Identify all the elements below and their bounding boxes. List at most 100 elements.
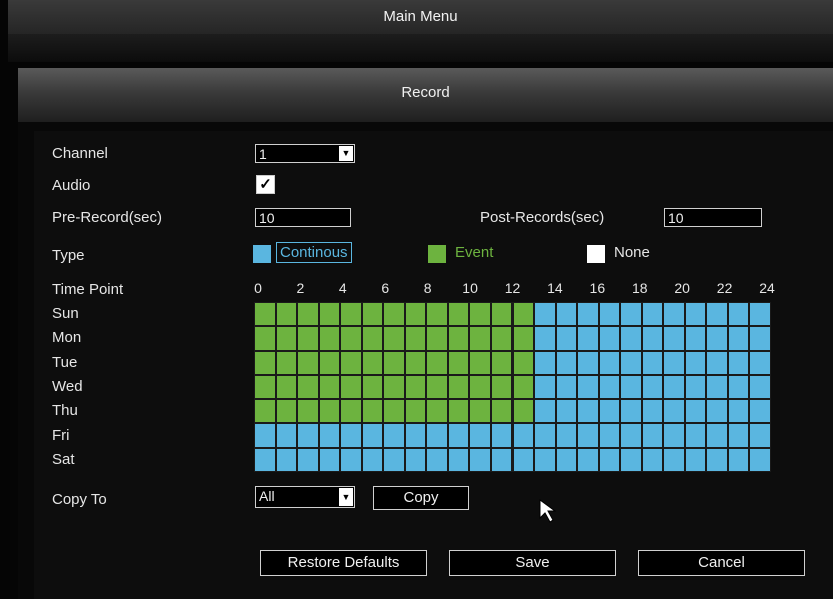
schedule-cell[interactable]	[664, 327, 684, 350]
audio-checkbox[interactable]: ✓	[256, 175, 275, 194]
schedule-cell[interactable]	[405, 400, 426, 423]
event-option[interactable]: Event	[455, 244, 493, 261]
schedule-cell[interactable]	[728, 327, 749, 350]
schedule-cell[interactable]	[621, 375, 641, 399]
schedule-cell[interactable]	[642, 375, 663, 399]
schedule-cell[interactable]	[255, 375, 275, 399]
pre-record-input[interactable]: 10	[255, 208, 351, 227]
schedule-cell[interactable]	[384, 448, 404, 471]
schedule-cell[interactable]	[384, 303, 404, 326]
schedule-cell[interactable]	[319, 448, 340, 471]
schedule-cell[interactable]	[491, 303, 512, 326]
schedule-cell[interactable]	[427, 448, 447, 471]
schedule-cell[interactable]	[405, 303, 426, 326]
schedule-cell[interactable]	[664, 375, 684, 399]
schedule-cell[interactable]	[599, 448, 620, 471]
copy-button[interactable]: Copy	[373, 486, 469, 510]
schedule-cell[interactable]	[707, 327, 727, 350]
schedule-cell[interactable]	[405, 448, 426, 471]
channel-select[interactable]: 1 ▼	[255, 144, 355, 163]
schedule-cell[interactable]	[513, 400, 534, 423]
schedule-cell[interactable]	[556, 351, 577, 374]
schedule-cell[interactable]	[448, 303, 469, 326]
schedule-cell[interactable]	[556, 375, 577, 399]
schedule-cell[interactable]	[276, 400, 297, 423]
schedule-cell[interactable]	[405, 351, 426, 374]
schedule-cell[interactable]	[556, 327, 577, 350]
schedule-cell[interactable]	[599, 351, 620, 374]
schedule-cell[interactable]	[470, 327, 490, 350]
schedule-cell[interactable]	[513, 424, 534, 447]
schedule-cell[interactable]	[664, 400, 684, 423]
schedule-cell[interactable]	[578, 400, 598, 423]
schedule-cell[interactable]	[319, 424, 340, 447]
schedule-cell[interactable]	[448, 400, 469, 423]
schedule-cell[interactable]	[470, 400, 490, 423]
schedule-cell[interactable]	[707, 303, 727, 326]
schedule-cell[interactable]	[664, 303, 684, 326]
schedule-cell[interactable]	[427, 327, 447, 350]
schedule-cell[interactable]	[427, 351, 447, 374]
schedule-cell[interactable]	[298, 424, 318, 447]
schedule-cell[interactable]	[599, 424, 620, 447]
schedule-cell[interactable]	[578, 375, 598, 399]
schedule-cell[interactable]	[384, 375, 404, 399]
schedule-cell[interactable]	[255, 448, 275, 471]
schedule-cell[interactable]	[319, 400, 340, 423]
schedule-cell[interactable]	[470, 303, 490, 326]
schedule-cell[interactable]	[276, 448, 297, 471]
schedule-cell[interactable]	[341, 327, 361, 350]
schedule-cell[interactable]	[535, 375, 555, 399]
schedule-cell[interactable]	[255, 327, 275, 350]
schedule-cell[interactable]	[642, 448, 663, 471]
schedule-cell[interactable]	[685, 303, 706, 326]
schedule-cell[interactable]	[599, 400, 620, 423]
schedule-cell[interactable]	[728, 303, 749, 326]
restore-defaults-button[interactable]: Restore Defaults	[260, 550, 427, 576]
chevron-down-icon[interactable]: ▼	[339, 488, 353, 506]
schedule-cell[interactable]	[341, 351, 361, 374]
schedule-cell[interactable]	[707, 448, 727, 471]
schedule-cell[interactable]	[491, 351, 512, 374]
schedule-cell[interactable]	[750, 351, 770, 374]
schedule-cell[interactable]	[578, 327, 598, 350]
schedule-cell[interactable]	[362, 351, 383, 374]
schedule-cell[interactable]	[556, 303, 577, 326]
schedule-cell[interactable]	[535, 424, 555, 447]
schedule-cell[interactable]	[362, 303, 383, 326]
schedule-cell[interactable]	[405, 327, 426, 350]
schedule-cell[interactable]	[384, 424, 404, 447]
schedule-cell[interactable]	[341, 375, 361, 399]
schedule-cell[interactable]	[384, 327, 404, 350]
schedule-cell[interactable]	[621, 400, 641, 423]
schedule-cell[interactable]	[535, 351, 555, 374]
schedule-cell[interactable]	[448, 424, 469, 447]
schedule-cell[interactable]	[491, 424, 512, 447]
schedule-cell[interactable]	[642, 351, 663, 374]
schedule-cell[interactable]	[685, 375, 706, 399]
schedule-cell[interactable]	[513, 303, 534, 326]
schedule-cell[interactable]	[513, 327, 534, 350]
schedule-cell[interactable]	[621, 351, 641, 374]
schedule-cell[interactable]	[276, 303, 297, 326]
schedule-cell[interactable]	[728, 351, 749, 374]
schedule-cell[interactable]	[621, 424, 641, 447]
schedule-cell[interactable]	[276, 327, 297, 350]
schedule-cell[interactable]	[664, 448, 684, 471]
schedule-cell[interactable]	[750, 424, 770, 447]
schedule-cell[interactable]	[319, 303, 340, 326]
schedule-cell[interactable]	[470, 375, 490, 399]
schedule-cell[interactable]	[707, 351, 727, 374]
schedule-cell[interactable]	[298, 448, 318, 471]
schedule-cell[interactable]	[427, 303, 447, 326]
schedule-cell[interactable]	[448, 375, 469, 399]
schedule-cell[interactable]	[276, 375, 297, 399]
schedule-cell[interactable]	[427, 400, 447, 423]
schedule-cell[interactable]	[642, 400, 663, 423]
none-swatch[interactable]	[587, 245, 605, 263]
schedule-cell[interactable]	[255, 303, 275, 326]
schedule-cell[interactable]	[341, 303, 361, 326]
schedule-cell[interactable]	[341, 400, 361, 423]
schedule-cell[interactable]	[535, 448, 555, 471]
event-swatch[interactable]	[428, 245, 446, 263]
